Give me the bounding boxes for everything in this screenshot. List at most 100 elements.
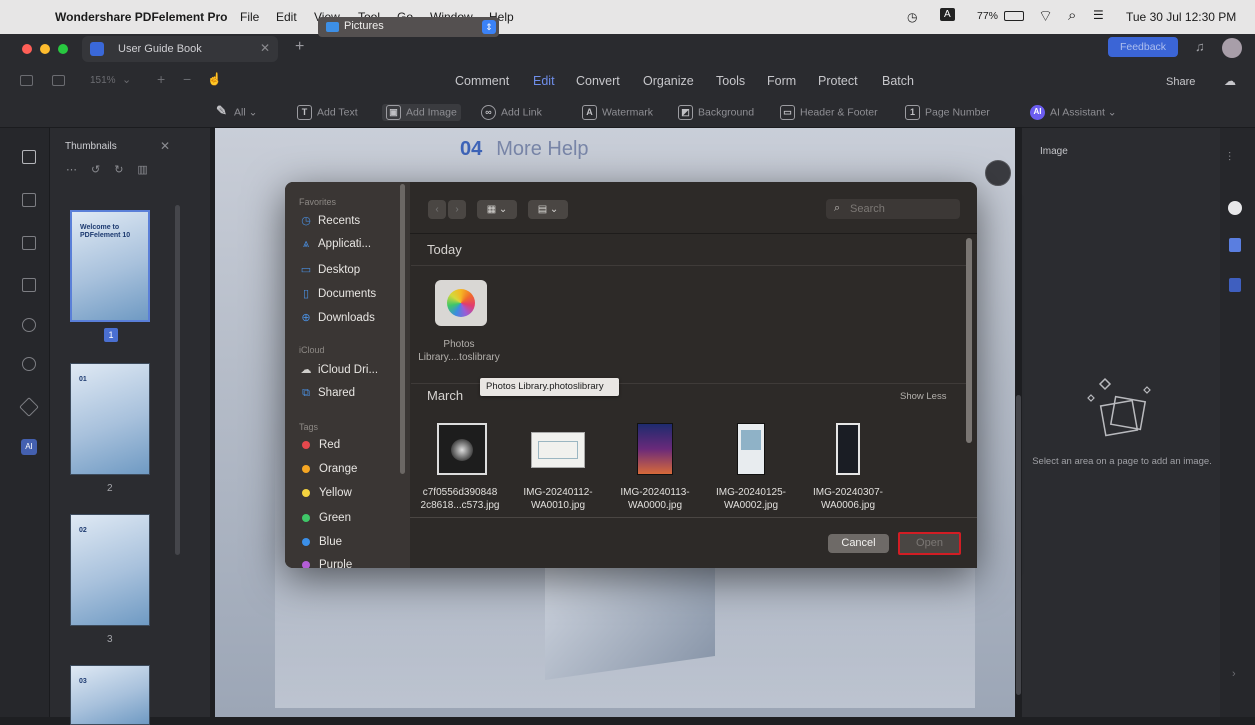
file-name-3[interactable]: IMG-20240113- WA0000.jpg — [611, 486, 699, 512]
cloud-icon[interactable]: ☁ — [1224, 74, 1236, 88]
menu-batch[interactable]: Batch — [882, 74, 914, 88]
document-scrollbar[interactable] — [1016, 395, 1021, 695]
file-thumbnail-3[interactable] — [637, 423, 673, 475]
show-less-button[interactable]: Show Less — [900, 391, 946, 402]
icon-view-dropdown[interactable]: ▦ ⌄ — [477, 200, 517, 219]
expand-panel-icon[interactable]: › — [1232, 668, 1236, 680]
sidebar-item-icloud-drive[interactable]: ☁ iCloud Dri... — [299, 363, 379, 376]
thumbnail-tools[interactable]: ⋯↺↻▥ — [66, 163, 162, 176]
add-image-button[interactable]: ▣ Add Image — [382, 104, 461, 121]
photos-library-name[interactable]: Photos Library....toslibrary — [415, 338, 503, 364]
user-avatar[interactable] — [1222, 38, 1242, 58]
header-footer-button[interactable]: ▭ Header & Footer — [780, 105, 878, 120]
file-name-5[interactable]: IMG-20240307- WA0006.jpg — [804, 486, 892, 512]
edit-rail-icon[interactable] — [1229, 238, 1241, 252]
page-thumbnail-1[interactable]: Welcome to PDFelement 10 — [70, 210, 150, 322]
properties-rail-icon[interactable]: ⫶ — [1228, 150, 1231, 165]
spotlight-icon[interactable]: ⌕ — [1068, 7, 1076, 24]
menu-form[interactable]: Form — [767, 74, 796, 88]
file-name-2[interactable]: IMG-20240112- WA0010.jpg — [514, 486, 602, 512]
input-source-icon[interactable]: A — [940, 8, 955, 21]
page-number-button[interactable]: 1 Page Number — [905, 105, 990, 120]
forward-button[interactable]: › — [448, 200, 466, 219]
file-list-scrollbar[interactable] — [966, 238, 972, 443]
tag-green[interactable]: Green — [299, 512, 351, 524]
floating-edit-icon[interactable] — [985, 160, 1011, 186]
page-thumbnail-2[interactable]: 01 — [70, 363, 150, 475]
feedback-button[interactable]: Feedback — [1108, 37, 1178, 57]
open-button[interactable]: Open — [898, 532, 961, 555]
thumbnails-scrollbar[interactable] — [175, 205, 180, 555]
page-layout-icon[interactable] — [52, 75, 65, 86]
search-field[interactable]: ⌕ Search — [826, 199, 960, 219]
sidebar-toggle-icon[interactable] — [20, 75, 33, 86]
sidebar-item-shared[interactable]: ⧉ Shared — [299, 387, 355, 400]
watermark-button[interactable]: A Watermark — [582, 105, 653, 120]
layers-rail-icon[interactable] — [22, 278, 36, 292]
menu-file[interactable]: File — [240, 10, 259, 24]
tag-blue[interactable]: Blue — [299, 536, 342, 548]
sidebar-item-downloads[interactable]: ⊕ Downloads — [299, 311, 375, 324]
sidebar-item-applications[interactable]: ⩓ Applicati... — [299, 238, 371, 251]
select-all-dropdown[interactable]: ✎ All ⌄ — [214, 104, 257, 120]
menu-edit[interactable]: Edit — [276, 10, 297, 24]
zoom-out-icon[interactable]: − — [183, 71, 191, 87]
cancel-button[interactable]: Cancel — [828, 534, 889, 553]
new-tab-icon[interactable]: + — [295, 38, 304, 56]
menu-comment[interactable]: Comment — [455, 74, 509, 88]
add-link-button[interactable]: ∞ Add Link — [481, 105, 542, 120]
file-name-4[interactable]: IMG-20240125- WA0002.jpg — [707, 486, 795, 512]
tag-yellow[interactable]: Yellow — [299, 487, 352, 499]
file-thumbnail-4[interactable] — [737, 423, 765, 475]
menu-convert[interactable]: Convert — [576, 74, 620, 88]
menu-protect[interactable]: Protect — [818, 74, 858, 88]
file-thumbnail-5[interactable] — [836, 423, 860, 475]
menubar-datetime[interactable]: Tue 30 Jul 12:30 PM — [1126, 10, 1236, 24]
page-thumbnail-4[interactable]: 03 — [70, 665, 150, 725]
thumbnails-rail-icon[interactable] — [22, 150, 36, 164]
sidebar-item-documents[interactable]: ▯ Documents — [299, 287, 376, 300]
menu-edit-tab[interactable]: Edit — [533, 74, 555, 88]
location-select[interactable]: Pictures ⇕ — [318, 17, 499, 37]
bookmark-rail-icon[interactable] — [22, 236, 36, 250]
minimize-window-button[interactable] — [40, 44, 50, 54]
notification-bell-icon[interactable]: ♫ — [1195, 39, 1205, 54]
close-thumbnails-icon[interactable]: ✕ — [160, 139, 170, 153]
attachment-rail-icon[interactable] — [22, 318, 36, 332]
wifi-icon[interactable]: ⌔ — [1038, 6, 1053, 26]
chat-rail-icon[interactable] — [1228, 201, 1242, 215]
photos-library-icon[interactable] — [435, 280, 487, 326]
add-text-button[interactable]: T Add Text — [297, 105, 358, 120]
translate-rail-icon[interactable] — [1229, 278, 1241, 292]
tag-purple[interactable]: Purple — [299, 559, 352, 568]
file-thumbnail-2[interactable] — [531, 432, 585, 468]
close-window-button[interactable] — [22, 44, 32, 54]
ai-rail-icon[interactable]: AI — [21, 439, 37, 455]
comments-rail-icon[interactable] — [22, 193, 36, 207]
file-thumbnail-1[interactable] — [437, 423, 487, 475]
zoom-level[interactable]: 151% — [90, 75, 116, 86]
file-name-1[interactable]: c7f0556d390848 2c8618...c573.jpg — [416, 486, 504, 512]
share-button[interactable]: Share — [1166, 76, 1195, 88]
group-view-dropdown[interactable]: ▤ ⌄ — [528, 200, 568, 219]
back-button[interactable]: ‹ — [428, 200, 446, 219]
sidebar-scrollbar[interactable] — [400, 184, 405, 474]
page-thumbnail-3[interactable]: 02 — [70, 514, 150, 626]
zoom-window-button[interactable] — [58, 44, 68, 54]
close-tab-icon[interactable]: ✕ — [260, 41, 270, 55]
battery-icon[interactable] — [1004, 11, 1024, 21]
search-rail-icon[interactable] — [22, 357, 36, 371]
background-button[interactable]: ◩ Background — [678, 105, 754, 120]
tag-orange[interactable]: Orange — [299, 463, 357, 475]
tag-red[interactable]: Red — [299, 439, 340, 451]
zoom-dropdown-icon[interactable]: ⌄ — [122, 73, 131, 86]
control-center-icon[interactable]: ☰ — [1093, 8, 1104, 22]
menu-tools[interactable]: Tools — [716, 74, 745, 88]
zoom-in-icon[interactable]: + — [157, 71, 165, 87]
sidebar-item-recents[interactable]: ◷ Recents — [299, 214, 360, 227]
hand-tool-icon[interactable]: ☝ — [207, 72, 222, 86]
sidebar-item-desktop[interactable]: ▭ Desktop — [299, 263, 360, 276]
menu-app-name[interactable]: Wondershare PDFelement Pro — [55, 10, 228, 24]
clock-icon[interactable]: ◷ — [907, 10, 917, 24]
document-tab[interactable]: User Guide Book ✕ — [82, 36, 278, 62]
